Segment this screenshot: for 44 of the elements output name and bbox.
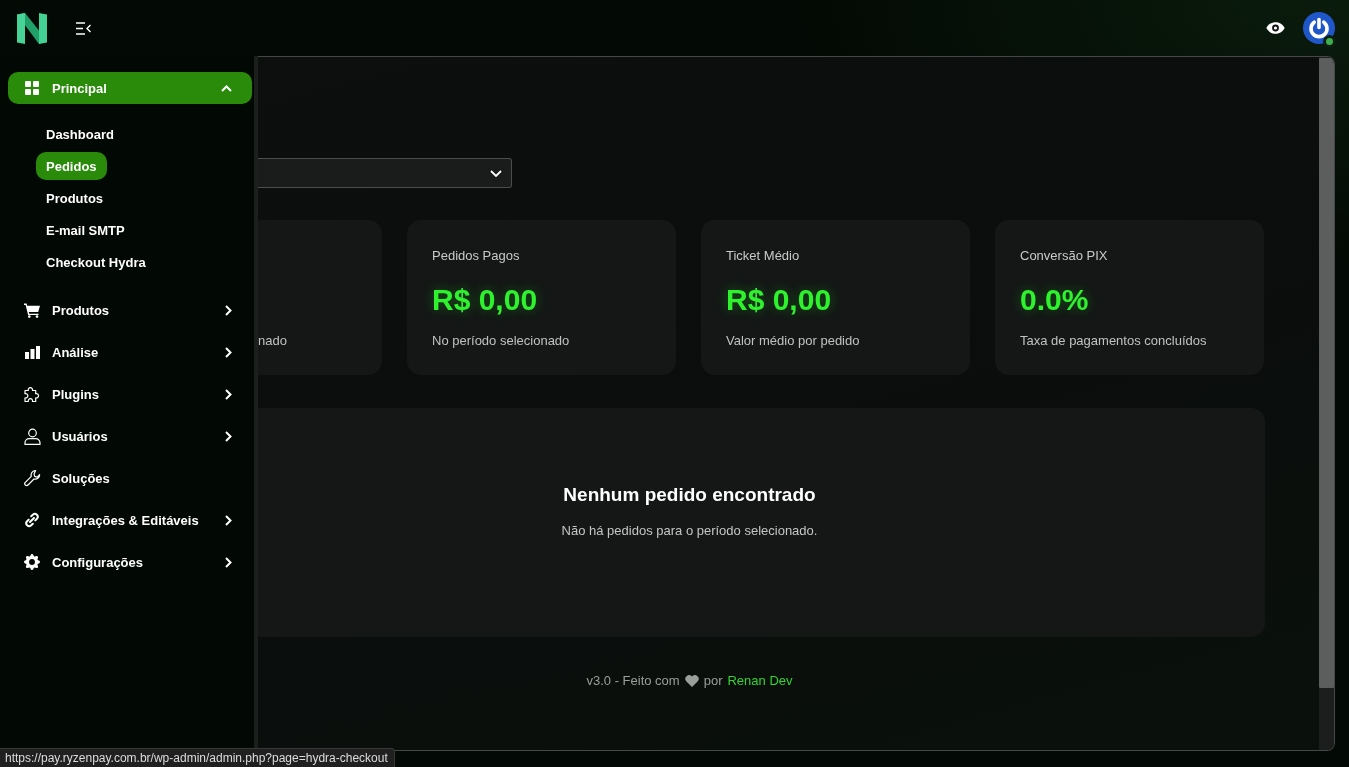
sidebar-item[interactable]: Produtos xyxy=(8,289,252,331)
select-field[interactable] xyxy=(258,158,512,188)
status-url: https://pay.ryzenpay.com.br/wp-admin/admin.php?page=hydra-checkout xyxy=(0,748,395,767)
wrench-icon xyxy=(23,469,41,487)
power-icon[interactable] xyxy=(1303,12,1335,44)
card-subtitle: Valor médio por pedido xyxy=(726,333,860,349)
sidebar-item[interactable]: Análise xyxy=(8,331,252,373)
card-subtitle: Taxa de pagamentos concluídos xyxy=(1020,333,1207,349)
sidebar-subitem[interactable]: Produtos xyxy=(36,184,114,212)
card-subtitle: nado xyxy=(258,333,287,349)
sidebar-item[interactable]: Soluções xyxy=(8,457,252,499)
card-value: R$ 0,00 xyxy=(432,283,538,317)
heart-icon xyxy=(684,675,699,687)
sidebar-subitem[interactable]: E-mail SMTP xyxy=(36,216,135,244)
chevron-down-icon xyxy=(490,169,502,177)
empty-title: Nenhum pedido encontrado xyxy=(563,483,816,506)
footer-text: por xyxy=(703,673,723,689)
link-icon xyxy=(24,512,40,528)
eye-icon[interactable] xyxy=(1266,22,1285,34)
card-title: Ticket Médio xyxy=(726,248,800,264)
sidebar-item[interactable]: Plugins xyxy=(8,373,252,415)
gear-icon xyxy=(24,554,40,570)
card-value: R$ 0,00 xyxy=(726,283,832,317)
puzzle-icon xyxy=(23,385,41,403)
sidebar-subitem[interactable]: Dashboard xyxy=(36,120,124,148)
bar-chart-icon xyxy=(24,345,40,359)
card-subtitle: No período selecionado xyxy=(432,333,570,349)
empty-message: Não há pedidos para o período selecionado. xyxy=(561,523,818,539)
sidebar-item[interactable]: Usuários xyxy=(8,415,252,457)
sidebar-subitem[interactable]: Pedidos xyxy=(36,152,107,180)
cart-icon xyxy=(24,302,40,318)
card-title: Conversão PIX xyxy=(1020,248,1108,264)
footer-text: v3.0 - Feito com xyxy=(586,673,680,689)
sidebar-item[interactable]: Principal xyxy=(8,72,252,104)
grid-icon xyxy=(25,81,39,95)
sidebar-subitem[interactable]: Checkout Hydra xyxy=(36,248,156,276)
menu-collapse-icon[interactable] xyxy=(76,21,91,35)
sidebar-item[interactable]: Configurações xyxy=(8,541,252,583)
author-link[interactable]: Renan Dev xyxy=(727,673,793,689)
card-title: Pedidos Pagos xyxy=(432,248,520,264)
sidebar-item[interactable]: Integrações & Editáveis xyxy=(8,499,252,541)
user-icon xyxy=(23,427,41,445)
logo xyxy=(17,12,47,44)
card-value: 0.0% xyxy=(1020,283,1089,317)
